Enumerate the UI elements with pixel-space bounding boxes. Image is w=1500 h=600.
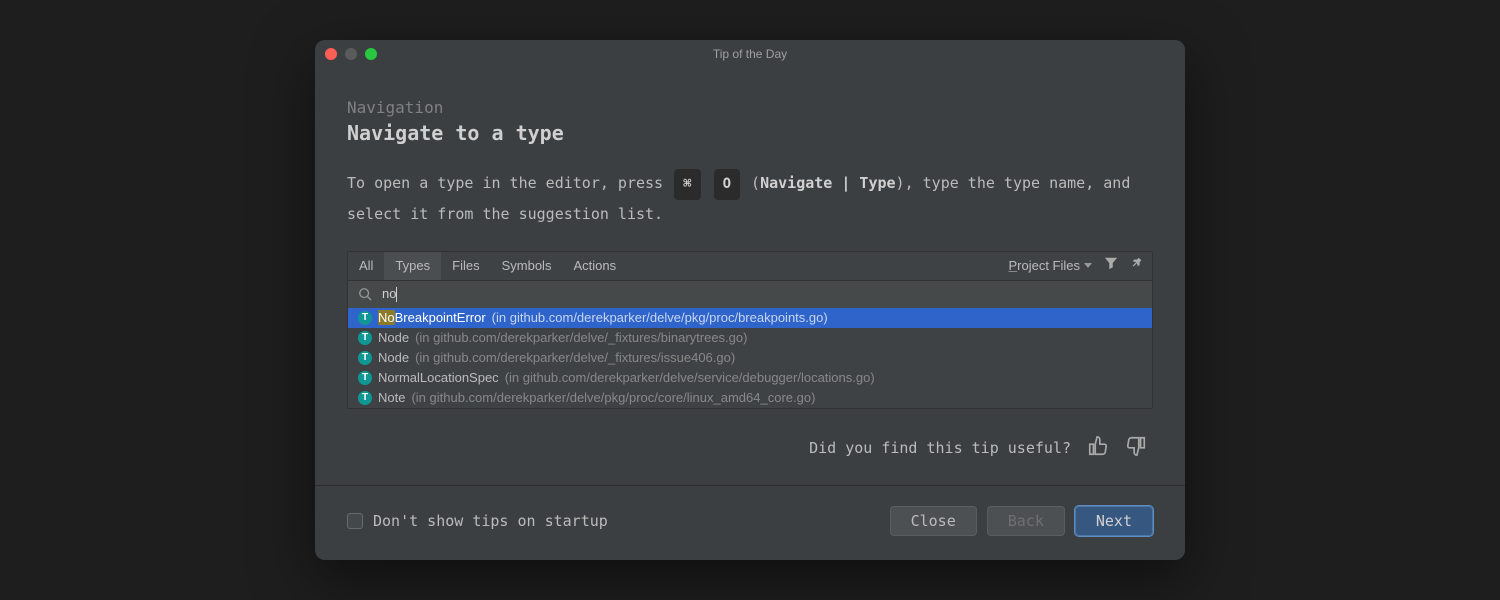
type-icon: T [358, 391, 372, 405]
tip-heading: Navigate to a type [347, 121, 1153, 145]
close-window-icon[interactable] [325, 48, 337, 60]
key-o: O [714, 169, 740, 200]
feedback-prompt: Did you find this tip useful? [809, 439, 1071, 457]
caret [396, 287, 397, 302]
result-name: NormalLocationSpec [378, 370, 499, 385]
search-input-row[interactable]: no [348, 280, 1152, 308]
menu-path: Navigate | Type [760, 174, 895, 192]
scope-selector[interactable]: Project Files [1008, 258, 1092, 273]
result-row[interactable]: T NormalLocationSpec (in github.com/dere… [348, 368, 1152, 388]
next-button[interactable]: Next [1075, 506, 1153, 536]
type-icon: T [358, 331, 372, 345]
result-path: (in github.com/derekparker/delve/service… [505, 370, 875, 385]
result-path: (in github.com/derekparker/delve/pkg/pro… [411, 390, 815, 405]
titlebar: Tip of the Day [315, 40, 1185, 68]
result-path: (in github.com/derekparker/delve/_fixtur… [415, 330, 747, 345]
footer: Don't show tips on startup Close Back Ne… [315, 485, 1185, 560]
thumbs-up-icon[interactable] [1087, 435, 1109, 461]
tip-category: Navigation [347, 98, 1153, 117]
search-icon [358, 287, 372, 301]
tab-symbols[interactable]: Symbols [491, 252, 563, 280]
type-icon: T [358, 311, 372, 325]
key-cmd: ⌘ [674, 169, 700, 200]
result-row[interactable]: T NoBreakpointError (in github.com/derek… [348, 308, 1152, 328]
results-list: T NoBreakpointError (in github.com/derek… [348, 308, 1152, 408]
search-everywhere-panel: All Types Files Symbols Actions Project … [347, 251, 1153, 409]
content: Navigation Navigate to a type To open a … [315, 68, 1185, 484]
window-title: Tip of the Day [713, 47, 787, 61]
pin-icon[interactable] [1130, 256, 1144, 275]
tab-actions[interactable]: Actions [562, 252, 627, 280]
result-path: (in github.com/derekparker/delve/_fixtur… [415, 350, 735, 365]
dont-show-label[interactable]: Don't show tips on startup [373, 512, 608, 530]
tip-body-mid: ( [751, 174, 760, 192]
tip-body-pre: To open a type in the editor, press [347, 174, 672, 192]
result-row[interactable]: T Note (in github.com/derekparker/delve/… [348, 388, 1152, 408]
thumbs-down-icon[interactable] [1125, 435, 1147, 461]
result-row[interactable]: T Node (in github.com/derekparker/delve/… [348, 348, 1152, 368]
type-icon: T [358, 371, 372, 385]
filter-icon[interactable] [1104, 256, 1118, 275]
result-name: Node [378, 330, 409, 345]
tabs-row: All Types Files Symbols Actions Project … [348, 252, 1152, 280]
result-name: Node [378, 350, 409, 365]
tab-files[interactable]: Files [441, 252, 490, 280]
result-name: Note [378, 390, 405, 405]
tab-all[interactable]: All [348, 252, 384, 280]
back-button[interactable]: Back [987, 506, 1065, 536]
minimize-window-icon [345, 48, 357, 60]
feedback-row: Did you find this tip useful? [347, 435, 1153, 461]
result-row[interactable]: T Node (in github.com/derekparker/delve/… [348, 328, 1152, 348]
dont-show-checkbox[interactable] [347, 513, 363, 529]
result-path: (in github.com/derekparker/delve/pkg/pro… [492, 310, 828, 325]
maximize-window-icon[interactable] [365, 48, 377, 60]
traffic-lights [325, 48, 377, 60]
type-icon: T [358, 351, 372, 365]
tip-body: To open a type in the editor, press ⌘ O … [347, 169, 1153, 228]
search-input: no [382, 286, 397, 302]
chevron-down-icon [1084, 263, 1092, 268]
result-name: NoBreakpointError [378, 310, 486, 325]
tab-types[interactable]: Types [384, 252, 441, 280]
close-button[interactable]: Close [890, 506, 977, 536]
tip-of-the-day-window: Tip of the Day Navigation Navigate to a … [315, 40, 1185, 559]
